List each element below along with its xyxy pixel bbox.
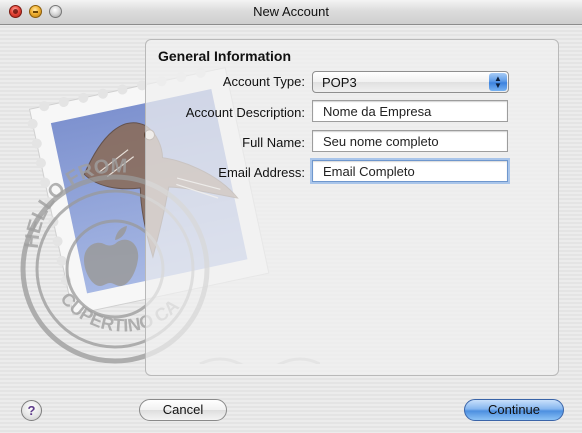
full-name-label: Full Name:: [242, 135, 305, 150]
help-button[interactable]: ?: [21, 400, 42, 421]
title-bar: New Account: [0, 0, 582, 25]
window-title: New Account: [253, 4, 329, 19]
account-type-popup[interactable]: POP3 ▲ ▼: [312, 71, 509, 93]
new-account-window: New Account HELLO FROM CUPERTIN General …: [0, 0, 582, 433]
account-description-field[interactable]: Nome da Empresa: [312, 100, 508, 122]
full-name-field[interactable]: Seu nome completo: [312, 130, 508, 152]
account-type-value: POP3: [322, 75, 357, 90]
email-address-field[interactable]: Email Completo: [312, 160, 508, 182]
continue-button[interactable]: Continue: [464, 399, 564, 421]
popup-arrows-icon: ▲ ▼: [489, 73, 507, 91]
account-type-label: Account Type:: [222, 74, 305, 89]
cancel-button[interactable]: Cancel: [139, 399, 227, 421]
email-address-label: Email Address:: [218, 165, 305, 180]
account-description-label: Account Description:: [185, 105, 305, 120]
section-title: General Information: [158, 48, 292, 64]
